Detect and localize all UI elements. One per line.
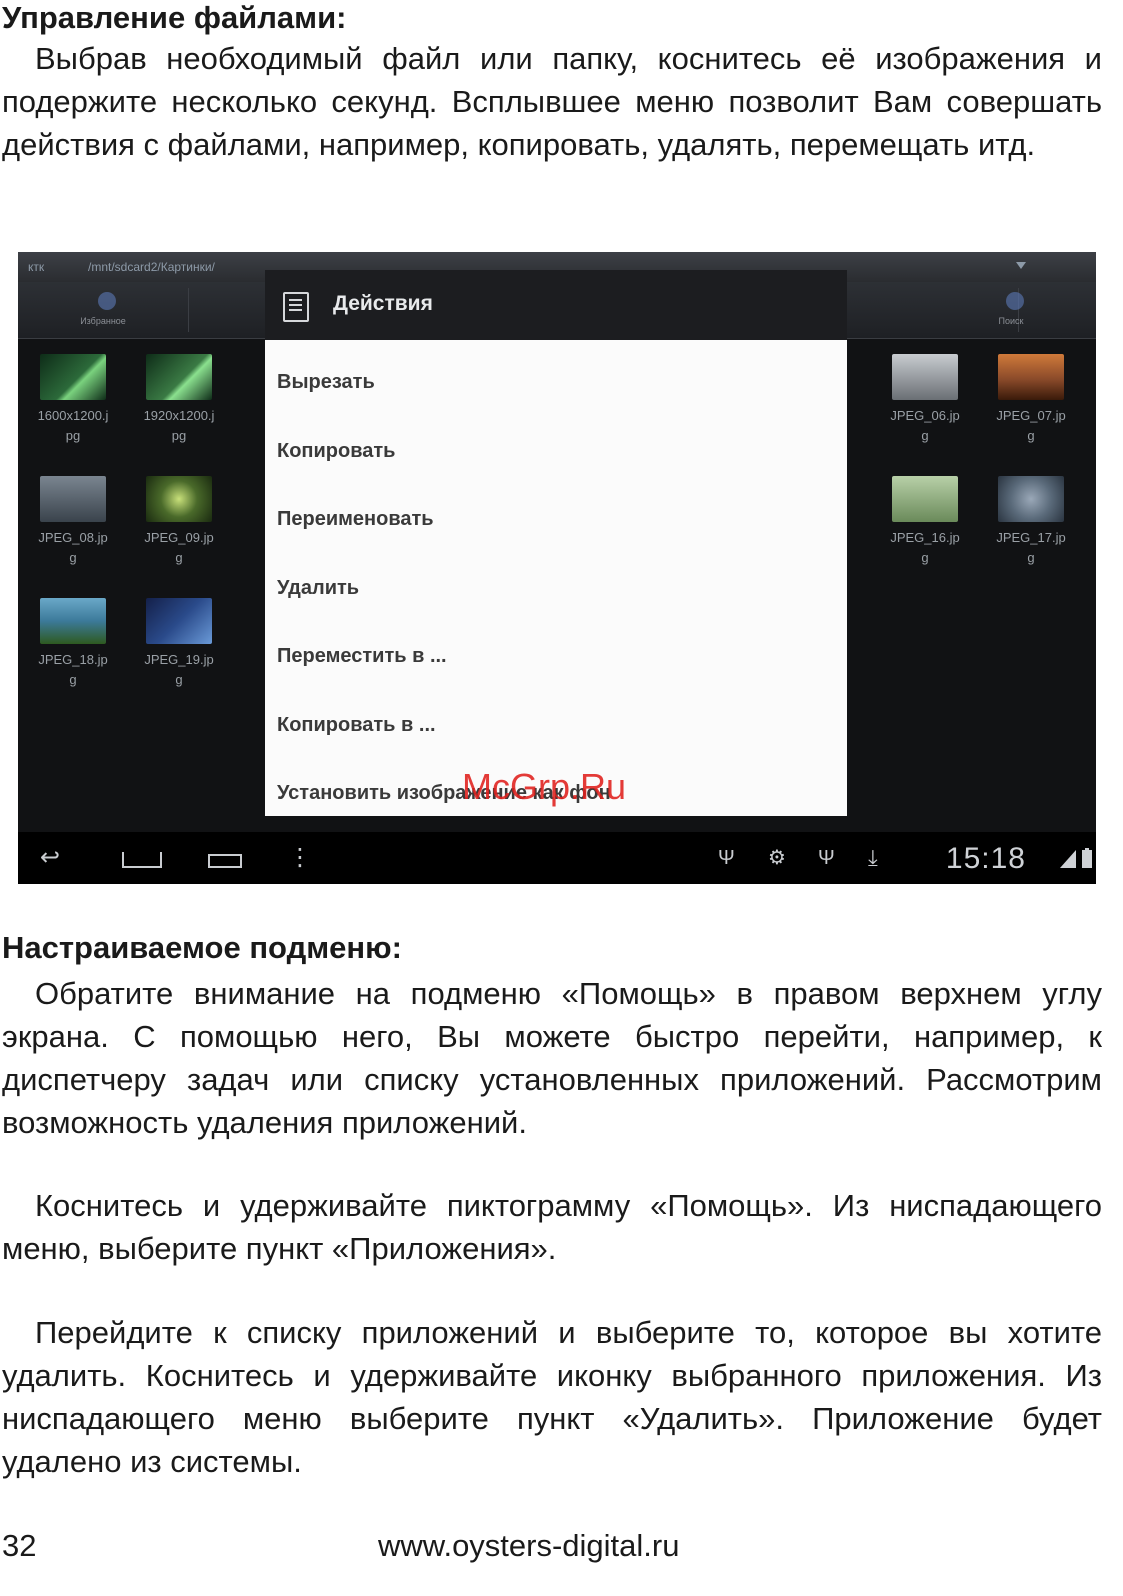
manual-page: Управление файлами: Выбрав необходимый ф… [0, 0, 1123, 1596]
section-heading-custom-submenu: Настраиваемое подменю: [2, 930, 402, 965]
image-thumbnail [40, 354, 106, 400]
file-item[interactable]: 1920x1200.j pg [126, 338, 232, 446]
file-item[interactable]: JPEG_17.jp g [978, 460, 1084, 568]
section-heading-file-management: Управление файлами: [2, 0, 347, 35]
usb-icon: Ψ [818, 847, 835, 869]
image-thumbnail [892, 354, 958, 400]
custom-submenu-paragraph-1: Обратите внимание на подменю «Помощь» в … [2, 976, 1102, 1140]
file-item[interactable]: JPEG_08.jp g [20, 460, 126, 568]
menu-item-delete[interactable]: Удалить [277, 577, 359, 600]
menu-dots-icon[interactable]: ⋮ [288, 846, 312, 870]
file-item[interactable]: JPEG_06.jp g [872, 338, 978, 446]
image-thumbnail [40, 476, 106, 522]
file-item[interactable]: JPEG_19.jp g [126, 582, 232, 690]
custom-submenu-paragraph-2: Коснитесь и удерживайте пиктограмму «Пом… [2, 1188, 1102, 1266]
image-thumbnail [892, 476, 958, 522]
footer-url: www.oysters-digital.ru [378, 1528, 680, 1563]
image-thumbnail [146, 354, 212, 400]
dialog-menu: Вырезать Копировать Переименовать Удалит… [265, 340, 847, 816]
signal-battery-icon [1060, 848, 1092, 868]
custom-submenu-paragraph-3: Перейдите к списку приложений и выберите… [2, 1315, 1102, 1479]
toolbar-favorites-button[interactable]: Избранное [18, 288, 189, 332]
android-navigation-bar: ↩ ⋮ Ψ ⚙ Ψ ⤓ 15:18 [18, 832, 1096, 884]
dialog-title: Действия [333, 292, 433, 315]
file-item[interactable]: 1600x1200.j pg [20, 338, 126, 446]
star-icon [98, 292, 116, 310]
usb-icon: Ψ [718, 847, 735, 869]
file-item[interactable]: JPEG_09.jp g [126, 460, 232, 568]
android-debug-icon: ⚙ [768, 847, 786, 869]
image-thumbnail [40, 598, 106, 644]
toolbar-search-button[interactable]: Поиск [926, 288, 1096, 332]
file-management-paragraph: Выбрав необходимый файл или папку, косни… [2, 41, 1102, 162]
actions-dialog: Действия Вырезать Копировать Переименова… [265, 270, 847, 816]
recent-apps-icon[interactable] [208, 854, 242, 868]
path-label: /mnt/sdcard2/Картинки/ [88, 260, 215, 274]
dialog-header: Действия [265, 270, 847, 342]
image-thumbnail [998, 354, 1064, 400]
image-thumbnail [998, 476, 1064, 522]
menu-item-rename[interactable]: Переименовать [277, 508, 434, 531]
image-thumbnail [146, 598, 212, 644]
clock: 15:18 [945, 842, 1026, 875]
watermark: McGrp.Ru [462, 766, 627, 807]
file-item[interactable]: JPEG_16.jp g [872, 460, 978, 568]
menu-item-move-to[interactable]: Переместить в ... [277, 645, 447, 668]
menu-item-copy-to[interactable]: Копировать в ... [277, 714, 436, 737]
dropdown-arrow-icon[interactable] [1016, 262, 1026, 269]
download-icon: ⤓ [868, 845, 878, 870]
file-item[interactable]: JPEG_07.jp g [978, 338, 1084, 446]
menu-item-cut[interactable]: Вырезать [277, 371, 375, 394]
document-icon [283, 292, 309, 322]
back-icon[interactable]: ↩ [40, 846, 60, 870]
location-label: ктк [28, 260, 45, 274]
menu-item-copy[interactable]: Копировать [277, 440, 395, 463]
search-icon [1006, 292, 1024, 310]
page-number: 32 [2, 1528, 37, 1563]
file-item[interactable]: JPEG_18.jp g [20, 582, 126, 690]
image-thumbnail [146, 476, 212, 522]
home-icon[interactable] [122, 852, 162, 868]
